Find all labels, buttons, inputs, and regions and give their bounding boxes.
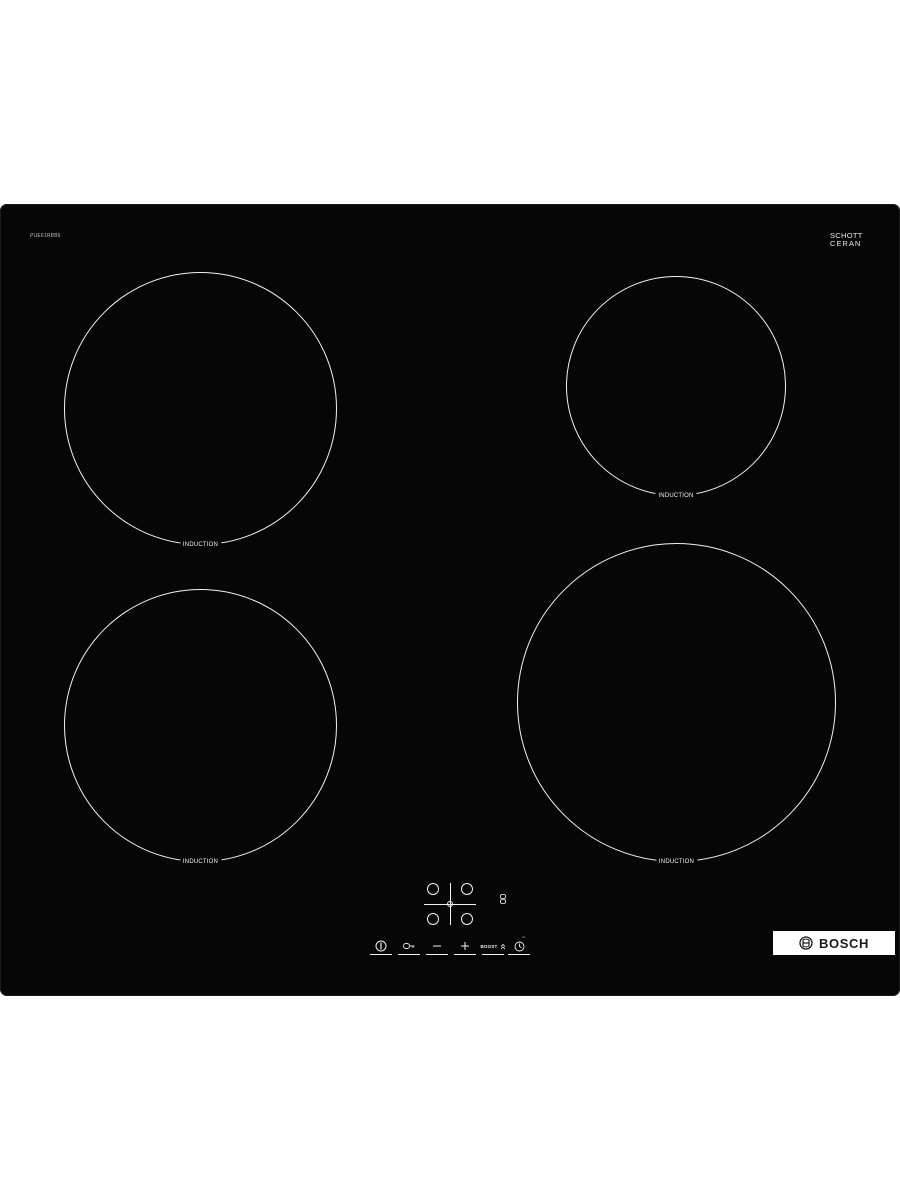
cooking-zone-rear-right: INDUCTION (566, 276, 786, 499)
boost-button[interactable]: BOOST (480, 937, 506, 955)
key-icon (403, 943, 415, 949)
zone-label: INDUCTION (179, 542, 222, 548)
control-underline (398, 954, 420, 955)
zone-select-rear-left[interactable] (427, 883, 439, 895)
bosch-logo-icon (799, 936, 813, 950)
boost-label: BOOST (480, 943, 498, 949)
product-image: PUE61RBB6 SCHOTT CERAN INDUCTION INDUCTI… (0, 0, 900, 1200)
child-lock-button[interactable] (396, 937, 422, 955)
zone-select-rear-right[interactable] (461, 883, 473, 895)
glass-brand-logo: SCHOTT CERAN (830, 232, 874, 248)
glass-brand-line2: CERAN (830, 239, 862, 248)
timer-button[interactable] (506, 937, 532, 955)
control-underline (370, 954, 392, 955)
control-underline (426, 954, 448, 955)
zone-selector-icon[interactable] (420, 879, 480, 929)
power-button[interactable] (368, 937, 394, 955)
power-icon (375, 940, 387, 952)
cooking-zone-rear-left: INDUCTION (64, 272, 337, 548)
zone-select-front-left[interactable] (427, 913, 439, 925)
zone-select-front-right[interactable] (461, 913, 473, 925)
cooking-zone-front-left: INDUCTION (64, 589, 337, 865)
zone-selector-center-icon (447, 901, 453, 907)
control-underline (482, 954, 504, 955)
touch-control-strip: BOOST (368, 937, 532, 959)
model-number: PUE61RBB6 (30, 233, 61, 239)
induction-cooktop: PUE61RBB6 SCHOTT CERAN INDUCTION INDUCTI… (0, 204, 900, 996)
zone-label: INDUCTION (655, 493, 697, 499)
timer-icon (514, 941, 524, 951)
boost-chevron-icon (500, 943, 505, 949)
bosch-badge: BOSCH (773, 931, 895, 955)
brand-name: BOSCH (819, 935, 869, 951)
cooking-zone-front-right: INDUCTION (517, 543, 836, 865)
lock-indicator-icon (500, 894, 506, 904)
control-underline (454, 954, 476, 955)
zone-label: INDUCTION (655, 859, 698, 865)
minus-icon (433, 945, 441, 947)
control-underline (508, 954, 530, 955)
plus-icon (461, 942, 469, 950)
minus-button[interactable] (424, 937, 450, 955)
zone-label: INDUCTION (179, 859, 222, 865)
plus-button[interactable] (452, 937, 478, 955)
